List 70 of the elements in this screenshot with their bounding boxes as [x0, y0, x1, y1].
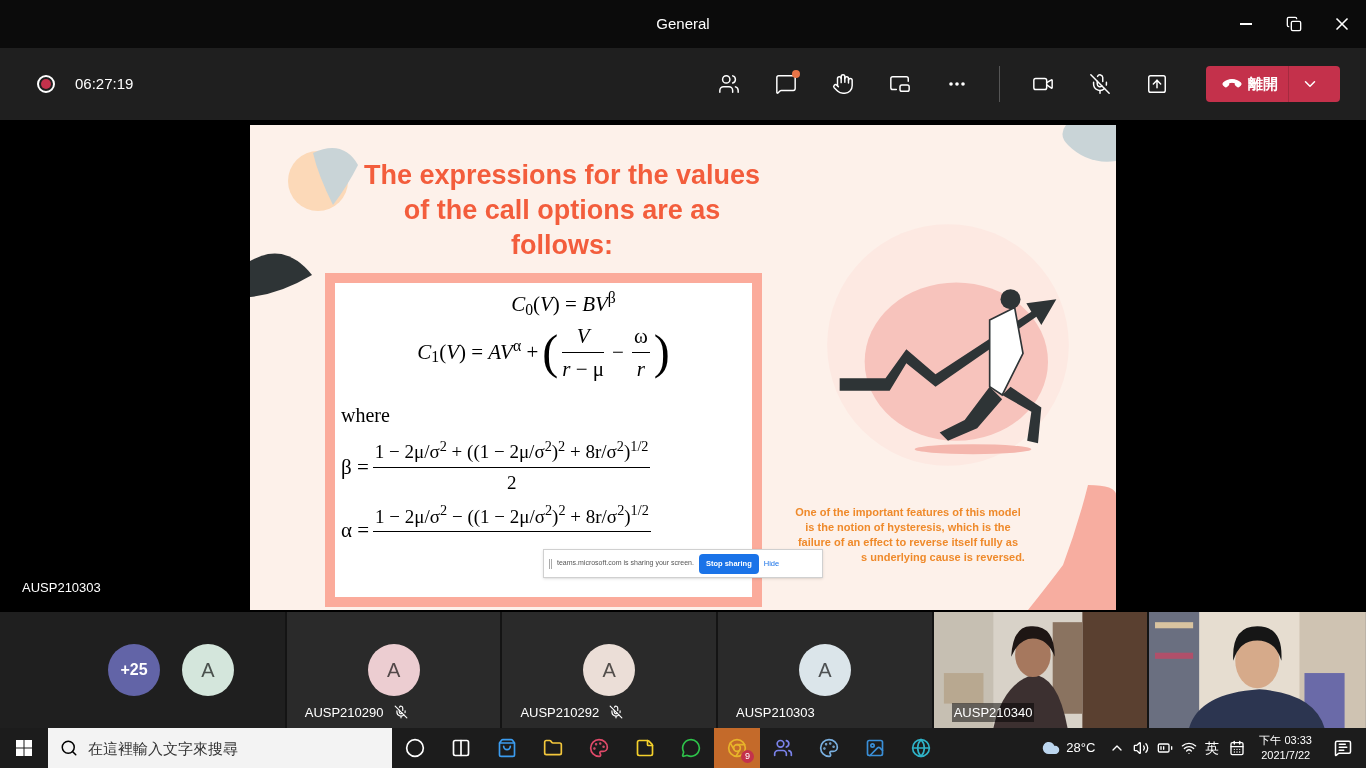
formula: C$_{0}$(V) = BV$^{β}$ [511, 289, 616, 320]
numerator: ω [632, 322, 649, 349]
chat-bubble-icon [681, 738, 701, 758]
denominator: r − μ [562, 355, 605, 382]
blob-drawing [288, 145, 360, 211]
participant-name: AUSP210292 [520, 703, 600, 722]
denominator: r [636, 355, 645, 382]
notifications-icon[interactable] [1334, 739, 1352, 757]
weather-temperature: 28°C [1066, 739, 1096, 758]
calendar-icon[interactable] [1229, 740, 1246, 756]
share-icon [1145, 73, 1168, 95]
shopping-bag-icon [497, 738, 517, 758]
circle-icon [405, 738, 425, 758]
clock[interactable]: 下午 03:33 2021/7/22 [1251, 733, 1320, 763]
avatar: A [798, 644, 851, 696]
avatar: A [182, 644, 234, 696]
formula: C$_{1}$(V) = AV$^{α}$ + [417, 336, 539, 368]
numerator: 1 − 2μ/σ$^{2}$ + ((1 − 2μ/σ$^{2}$)$^{2}$ + 8r/σ$^{2}$)$^{1/2}$ [373, 440, 650, 464]
drag-handle-icon[interactable] [549, 558, 552, 569]
participant-name: AUSP210303 [736, 703, 815, 722]
slide-title: The expressions for the values of the call options are as follows: [362, 159, 762, 262]
presenter-name: AUSP210303 [22, 579, 101, 597]
formula: β = [341, 453, 369, 481]
image-icon [865, 738, 885, 758]
globe-icon [911, 738, 931, 758]
chat-icon [774, 73, 797, 95]
windows-logo-icon [16, 740, 32, 756]
window-title: General [656, 13, 710, 34]
numerator: V [575, 322, 592, 349]
participant-name: AUSP210290 [304, 703, 384, 722]
notification-badge: 9 [741, 750, 754, 763]
meeting-timer: 06:27:19 [75, 73, 134, 94]
folder-icon [543, 738, 563, 758]
sticky-note-icon [635, 738, 655, 758]
people-icon [773, 738, 793, 758]
avatar: A [367, 644, 420, 696]
taskbar-app[interactable]: 9 [714, 728, 760, 768]
restore-icon [1286, 16, 1302, 32]
denominator: 2 [506, 470, 517, 495]
formula-text: where [341, 404, 390, 426]
slide-note: s underlying cause is reversed. [861, 550, 1025, 565]
minimize-icon [1240, 23, 1252, 25]
weather-icon [1042, 739, 1061, 757]
speaker-icon[interactable] [1133, 740, 1150, 756]
search-icon [60, 739, 78, 757]
avatar: A [583, 644, 636, 696]
hand-icon [831, 73, 854, 95]
mic-off-icon [1088, 73, 1111, 95]
search-field[interactable]: 在這裡輸入文字來搜尋 [48, 728, 392, 768]
wifi-icon[interactable] [1181, 740, 1198, 756]
people-icon [717, 73, 740, 95]
input-method[interactable]: 英 [1205, 737, 1220, 759]
palette-icon [819, 738, 839, 758]
task-view-icon [451, 738, 471, 758]
browser-icon [727, 738, 747, 758]
numerator: 1 − 2μ/σ$^{2}$ − ((1 − 2μ/σ$^{2}$)$^{2}$ + 8r/σ$^{2}$)$^{1/2}$ [374, 504, 650, 529]
leave-button[interactable]: 離開 [1206, 66, 1340, 102]
slide-note: failure of an effect to reverse itself fully as [797, 535, 1019, 550]
overflow-count[interactable]: +25 [108, 644, 160, 696]
battery-icon[interactable] [1157, 740, 1174, 756]
parenthesis: ( [542, 328, 559, 377]
more-icon [948, 82, 965, 86]
slide-note: is the notion of hysteresis, which is the [805, 520, 1011, 535]
layout-icon [888, 73, 911, 95]
slide-note: One of the important features of this model [795, 505, 1021, 520]
participant-name: AUSP210340 [951, 702, 1035, 722]
palette-icon [589, 738, 609, 758]
formula: α = [341, 517, 370, 545]
parenthesis: ) [653, 328, 670, 377]
operator: − [612, 338, 624, 366]
